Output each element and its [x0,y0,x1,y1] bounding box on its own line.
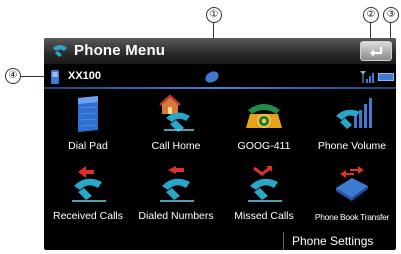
missed-calls-icon [248,166,282,202]
dial-pad-button[interactable]: Dial Pad [44,94,132,158]
callout-1: ① [206,7,222,23]
callout-3: ③ [383,7,399,23]
phone-volume-button[interactable]: Phone Volume [308,94,396,158]
callout-4: ④ [5,68,21,84]
back-button[interactable] [360,41,392,61]
phone-logo-icon [53,45,67,57]
missed-calls-button[interactable]: Missed Calls [220,164,308,228]
dialed-numbers-icon [160,166,194,202]
goog-411-button[interactable]: GOOG-411 [220,94,308,158]
status-divider [44,87,396,89]
page-title: Phone Menu [74,42,166,59]
dialed-numbers-label: Dialed Numbers [138,210,214,222]
signal-strength-icon [360,71,374,83]
phone-book-transfer-button[interactable]: Phone Book Transfer [308,164,396,228]
bluetooth-icon [205,71,219,83]
dialed-numbers-button[interactable]: Dialed Numbers [132,164,220,228]
title-bar: Phone Menu [44,38,396,64]
received-calls-button[interactable]: Received Calls [44,164,132,228]
battery-icon [378,73,394,81]
phone-volume-label: Phone Volume [317,140,387,152]
telephone-icon [246,104,282,128]
phone-settings-label: Phone Settings [292,234,374,248]
back-arrow-icon [370,47,383,57]
device-name: XX100 [68,70,102,82]
phone-menu-screen: Phone Menu XX100 Dial Pad Call Home GOOG… [44,38,396,250]
call-home-label: Call Home [151,140,201,152]
phone-book-transfer-icon [336,166,368,201]
received-calls-icon [72,166,106,202]
received-calls-label: Received Calls [52,210,124,222]
missed-calls-label: Missed Calls [234,210,294,222]
call-home-icon [159,94,194,132]
phone-book-transfer-label: Phone Book Transfer [314,212,390,222]
menu-grid: Dial Pad Call Home GOOG-411 Phone Volume… [44,94,396,230]
goog-411-label: GOOG-411 [237,140,291,152]
call-home-button[interactable]: Call Home [132,94,220,158]
volume-icon [336,98,372,129]
status-bar: XX100 [44,66,396,89]
dial-pad-label: Dial Pad [68,140,108,152]
phone-settings-button[interactable]: Phone Settings [283,232,396,250]
phone-device-icon [51,70,59,84]
callout-2: ② [363,7,379,23]
dial-pad-icon [78,96,98,132]
